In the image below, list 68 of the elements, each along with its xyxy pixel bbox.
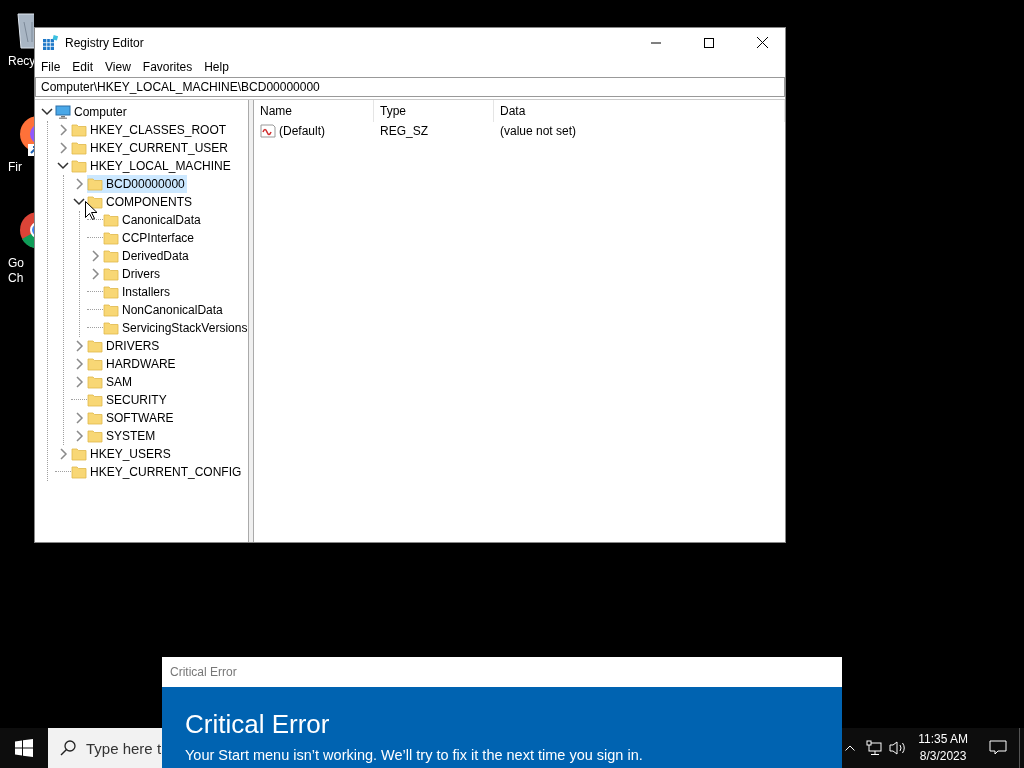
folder-icon — [87, 392, 103, 408]
column-header[interactable]: Data — [494, 100, 785, 122]
clock[interactable]: 11:35 AM 8/3/2023 — [910, 731, 976, 765]
folder-icon — [103, 248, 119, 264]
tree-item[interactable]: NonCanonicalData — [103, 301, 225, 319]
folder-icon — [87, 176, 103, 192]
tree-item[interactable]: CanonicalData — [103, 211, 203, 229]
tree-item[interactable]: HKEY_CLASSES_ROOT — [71, 121, 229, 139]
computer-icon — [55, 104, 71, 120]
windows-logo-icon — [15, 739, 33, 757]
folder-icon — [71, 140, 87, 156]
window-title: Registry Editor — [65, 35, 145, 50]
tree-item[interactable]: Installers — [103, 283, 173, 301]
folder-icon — [87, 410, 103, 426]
menu-item[interactable]: View — [99, 60, 137, 74]
tree-item[interactable]: CCPInterface — [103, 229, 197, 247]
column-header[interactable]: Name — [254, 100, 374, 122]
tree-item[interactable]: SYSTEM — [87, 427, 158, 445]
menu-item[interactable]: File — [35, 60, 67, 74]
folder-icon — [103, 302, 119, 318]
folder-icon — [103, 212, 119, 228]
tree-item[interactable]: DRIVERS — [87, 337, 162, 355]
table-cell-text: (value not set) — [499, 124, 578, 138]
folder-icon — [87, 356, 103, 372]
folder-icon — [103, 266, 119, 282]
tree-item[interactable]: HARDWARE — [87, 355, 178, 373]
mouse-cursor-icon — [85, 201, 97, 220]
folder-icon — [103, 320, 119, 336]
tree-item[interactable]: HKEY_CURRENT_USER — [71, 139, 231, 157]
folder-icon — [87, 428, 103, 444]
tree-item[interactable]: HKEY_CURRENT_CONFIG — [71, 463, 244, 481]
menu-item[interactable]: Edit — [66, 60, 100, 74]
maximize-icon — [704, 37, 714, 48]
desktop-icon-label[interactable]: Go Ch — [8, 256, 24, 286]
table-cell-text: REG_SZ — [379, 124, 429, 138]
folder-icon — [71, 464, 87, 480]
tree-item[interactable]: COMPONENTS — [87, 193, 194, 211]
close-icon — [756, 37, 768, 48]
menu-item[interactable]: Favorites — [136, 60, 199, 74]
tree-item[interactable]: SECURITY — [87, 391, 169, 409]
dialog-message: Your Start menu isn’t working. We’ll try to fix it the next time you sign in. — [185, 747, 644, 763]
tree-item[interactable]: ServicingStackVersions — [103, 319, 248, 337]
desktop-icon-label[interactable]: Fir — [8, 160, 22, 175]
table-cell: (Default) — [279, 124, 325, 138]
folder-icon — [87, 338, 103, 354]
folder-icon — [87, 374, 103, 390]
dialog-heading: Critical Error — [185, 709, 331, 739]
folder-icon — [103, 230, 119, 246]
registry-icon — [42, 34, 58, 51]
folder-icon — [71, 158, 87, 174]
tree-item[interactable]: DerivedData — [103, 247, 191, 265]
tree-item[interactable]: HKEY_LOCAL_MACHINE — [71, 157, 233, 175]
tree-item[interactable]: SOFTWARE — [87, 409, 176, 427]
folder-icon — [103, 284, 119, 300]
address-bar[interactable]: Computer\HKEY_LOCAL_MACHINE\BCD00000000 — [35, 77, 785, 97]
tree-item[interactable]: BCD00000000 — [87, 175, 187, 193]
tree-item[interactable]: Drivers — [103, 265, 162, 283]
folder-icon — [71, 446, 87, 462]
desktop-icon-label[interactable]: Recy — [8, 54, 36, 69]
tree-item[interactable]: HKEY_USERS — [71, 445, 173, 463]
tree-item[interactable]: Computer — [55, 103, 129, 121]
column-header[interactable]: Type — [374, 100, 494, 122]
tree-item[interactable]: SAM — [87, 373, 134, 391]
menu-item[interactable]: Help — [198, 60, 235, 74]
dialog-caption: Critical Error — [170, 665, 237, 679]
search-icon — [60, 740, 76, 756]
string-value-icon — [260, 123, 276, 139]
folder-icon — [71, 122, 87, 138]
